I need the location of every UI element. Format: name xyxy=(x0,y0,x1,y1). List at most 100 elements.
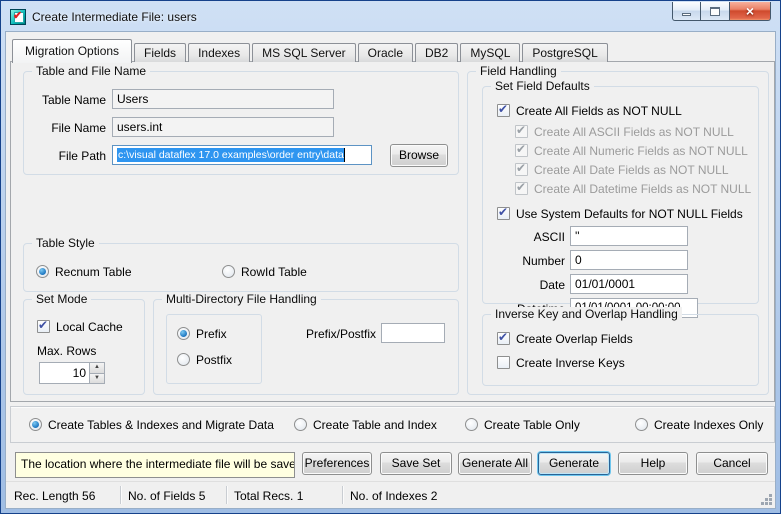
status-total-recs: Total Recs. 1 xyxy=(234,489,303,503)
file-path-label: File Path xyxy=(24,149,106,163)
table-name-input[interactable] xyxy=(112,89,334,109)
recnum-table-label: Recnum Table xyxy=(55,265,132,279)
prefix-radio[interactable] xyxy=(177,327,190,340)
local-cache-checkbox[interactable] xyxy=(37,320,50,333)
browse-button[interactable]: Browse xyxy=(390,144,448,167)
rowid-table-label: RowId Table xyxy=(241,265,307,279)
use-system-defaults-checkbox[interactable] xyxy=(497,207,510,220)
table-name-label: Table Name xyxy=(24,93,106,107)
create-inverse-keys-checkbox[interactable] xyxy=(497,356,510,369)
create-date-checkbox xyxy=(515,163,528,176)
maximize-button[interactable] xyxy=(701,2,730,21)
status-rec-length: Rec. Length 56 xyxy=(14,489,95,503)
minimize-icon xyxy=(682,13,691,16)
create-table-and-index-radio[interactable] xyxy=(294,418,307,431)
spin-buttons: ▲ ▼ xyxy=(89,363,104,383)
group-legend: Table Style xyxy=(32,236,99,250)
tab-migration-options[interactable]: Migration Options xyxy=(12,39,132,63)
file-name-label: File Name xyxy=(24,121,106,135)
prefix-postfix-input[interactable] xyxy=(381,323,445,343)
group-multi-directory: Multi-Directory File Handling Prefix Pos… xyxy=(153,299,459,395)
group-legend: Multi-Directory File Handling xyxy=(162,292,321,306)
create-indexes-only-radio[interactable] xyxy=(635,418,648,431)
create-datetime-label: Create All Datetime Fields as NOT NULL xyxy=(534,182,751,196)
create-table-only-label: Create Table Only xyxy=(484,418,580,432)
file-path-input[interactable]: c:\visual dataflex 17.0 examples\order e… xyxy=(112,145,372,165)
tab-postgresql[interactable]: PostgreSQL xyxy=(522,43,607,62)
status-separator xyxy=(120,486,121,504)
window-controls: × xyxy=(672,2,771,21)
local-cache-label: Local Cache xyxy=(56,320,123,334)
spin-down-icon[interactable]: ▼ xyxy=(90,374,104,384)
prefix-postfix-label: Prefix/Postfix xyxy=(286,327,376,341)
postfix-label: Postfix xyxy=(196,353,232,367)
create-all-fields-checkbox[interactable] xyxy=(497,104,510,117)
create-ascii-checkbox xyxy=(515,125,528,138)
group-set-field-defaults: Set Field Defaults Create All Fields as … xyxy=(482,86,759,304)
create-date-label: Create All Date Fields as NOT NULL xyxy=(534,163,729,177)
close-button[interactable]: × xyxy=(730,2,771,21)
group-legend: Set Field Defaults xyxy=(491,79,594,93)
preferences-button[interactable]: Preferences xyxy=(302,452,372,475)
title-bar[interactable]: Create Intermediate File: users × xyxy=(2,2,779,31)
cancel-button[interactable]: Cancel xyxy=(696,452,768,475)
number-default-label: Number xyxy=(483,254,565,268)
ascii-default-label: ASCII xyxy=(483,230,565,244)
create-tables-indexes-migrate-radio[interactable] xyxy=(29,418,42,431)
minimize-button[interactable] xyxy=(672,2,701,21)
max-rows-stepper[interactable]: 10 ▲ ▼ xyxy=(39,362,105,384)
spin-up-icon[interactable]: ▲ xyxy=(90,363,104,374)
resize-grip[interactable] xyxy=(769,502,772,505)
prefix-postfix-radio-box: Prefix Postfix xyxy=(166,314,262,384)
tab-db2[interactable]: DB2 xyxy=(415,43,458,62)
recnum-table-radio[interactable] xyxy=(36,265,49,278)
group-set-mode: Set Mode Local Cache Max. Rows 10 ▲ ▼ xyxy=(23,299,145,395)
create-overlap-fields-checkbox[interactable] xyxy=(497,332,510,345)
window-title: Create Intermediate File: users xyxy=(32,10,197,24)
close-icon: × xyxy=(746,4,754,18)
create-inverse-keys-label: Create Inverse Keys xyxy=(516,356,625,370)
tab-indexes[interactable]: Indexes xyxy=(188,43,250,62)
create-indexes-only-label: Create Indexes Only xyxy=(654,418,763,432)
create-table-only-radio[interactable] xyxy=(465,418,478,431)
rowid-table-radio[interactable] xyxy=(222,265,235,278)
ascii-default-input[interactable] xyxy=(570,226,688,246)
tab-oracle[interactable]: Oracle xyxy=(358,43,413,62)
group-field-handling: Field Handling Set Field Defaults Create… xyxy=(467,71,769,395)
group-inverse-overlap: Inverse Key and Overlap Handling Create … xyxy=(482,314,759,386)
tab-bar: Migration Options Fields Indexes MS SQL … xyxy=(12,39,610,62)
group-table-and-file-name: Table and File Name Table Name File Name… xyxy=(23,71,459,175)
date-default-input[interactable] xyxy=(570,274,688,294)
text-caret xyxy=(344,148,345,162)
help-button[interactable]: Help xyxy=(618,452,688,475)
status-num-fields: No. of Fields 5 xyxy=(128,489,205,503)
date-default-label: Date xyxy=(483,278,565,292)
status-num-indexes: No. of Indexes 2 xyxy=(350,489,437,503)
group-legend: Inverse Key and Overlap Handling xyxy=(491,307,682,321)
file-name-input[interactable] xyxy=(112,117,334,137)
app-icon xyxy=(10,9,26,25)
tab-page-migration-options: Table and File Name Table Name File Name… xyxy=(10,61,775,402)
max-rows-label: Max. Rows xyxy=(37,344,96,358)
generate-button[interactable]: Generate xyxy=(538,452,610,475)
tab-fields[interactable]: Fields xyxy=(134,43,186,62)
generate-all-button[interactable]: Generate All xyxy=(458,452,532,475)
number-default-input[interactable] xyxy=(570,250,688,270)
file-path-selected-text: c:\visual dataflex 17.0 examples\order e… xyxy=(117,148,344,162)
create-tables-indexes-migrate-label: Create Tables & Indexes and Migrate Data xyxy=(48,418,274,432)
postfix-radio[interactable] xyxy=(177,353,190,366)
create-datetime-checkbox xyxy=(515,182,528,195)
create-overlap-fields-label: Create Overlap Fields xyxy=(516,332,633,346)
create-numeric-checkbox xyxy=(515,144,528,157)
save-set-button[interactable]: Save Set xyxy=(380,452,452,475)
create-table-and-index-label: Create Table and Index xyxy=(313,418,437,432)
tab-ms-sql-server[interactable]: MS SQL Server xyxy=(252,43,356,62)
generate-mode-panel: Create Tables & Indexes and Migrate Data… xyxy=(10,406,775,443)
use-system-defaults-label: Use System Defaults for NOT NULL Fields xyxy=(516,207,743,221)
create-numeric-label: Create All Numeric Fields as NOT NULL xyxy=(534,144,748,158)
group-legend: Set Mode xyxy=(32,292,91,306)
create-all-fields-label: Create All Fields as NOT NULL xyxy=(516,104,682,118)
dialog-window: Create Intermediate File: users × Migrat… xyxy=(0,0,781,514)
tab-mysql[interactable]: MySQL xyxy=(460,43,520,62)
status-bar: Rec. Length 56 No. of Fields 5 Total Rec… xyxy=(6,481,775,508)
